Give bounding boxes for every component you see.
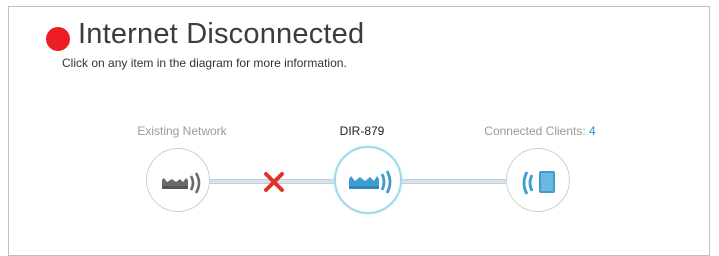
connected-clients-count: 4 — [589, 124, 596, 138]
existing-network-node[interactable] — [146, 148, 210, 212]
connected-clients-text: Connected Clients: — [484, 124, 590, 138]
connected-clients-label: Connected Clients: 4 — [484, 124, 595, 138]
status-indicator-dot — [46, 27, 70, 51]
diagram-hint-text: Click on any item in the diagram for mor… — [62, 56, 347, 70]
tablet-wifi-icon — [522, 171, 555, 195]
red-x-icon — [264, 172, 284, 192]
router-wifi-icon — [162, 172, 201, 194]
existing-network-label: Existing Network — [137, 124, 227, 138]
connected-clients-node[interactable] — [506, 148, 570, 212]
router-label: DIR-879 — [339, 124, 385, 138]
router-node[interactable] — [334, 146, 402, 214]
connection-line-clients — [398, 179, 512, 184]
status-title: Internet Disconnected — [78, 18, 365, 50]
router-wifi-icon — [349, 170, 392, 194]
